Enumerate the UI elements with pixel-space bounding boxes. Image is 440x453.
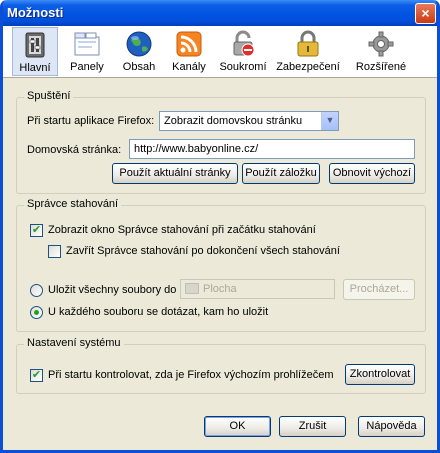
tab-privacy-label: Soukromí (219, 61, 267, 73)
tab-tabs[interactable]: Panely (66, 27, 108, 76)
check-now-button[interactable]: Zkontrolovat (345, 364, 415, 385)
ok-button[interactable]: OK (204, 416, 271, 437)
tab-advanced-label: Rozšířené (355, 61, 407, 73)
ask-radio[interactable] (30, 306, 43, 319)
chevron-down-icon[interactable]: ▼ (321, 112, 338, 130)
rss-icon (176, 31, 202, 57)
homepage-label: Domovská stránka: (27, 144, 122, 156)
cancel-button[interactable]: Zrušit (279, 416, 346, 437)
show-downloads-label: Zobrazit okno Správce stahování při začá… (48, 224, 316, 236)
tab-content-label: Obsah (122, 61, 156, 73)
close-downloads-checkbox[interactable] (48, 245, 61, 258)
system-group-title: Nastavení systému (24, 337, 124, 349)
tab-content[interactable]: Obsah (116, 27, 162, 76)
save-to-label: Uložit všechny soubory do (48, 284, 177, 296)
padlock-icon (297, 30, 319, 57)
save-folder-field: Plocha (180, 279, 335, 299)
main-switch-icon (25, 32, 45, 58)
tab-tabs-label: Panely (70, 61, 104, 73)
tab-privacy[interactable]: Soukromí (217, 27, 269, 76)
check-default-label: Při startu kontrolovat, zda je Firefox v… (48, 369, 334, 381)
restore-default-button[interactable]: Obnovit výchozí (329, 163, 415, 184)
folder-icon (185, 283, 199, 294)
tab-advanced[interactable]: Rozšířené (353, 27, 409, 76)
tab-security[interactable]: Zabezpečení (275, 27, 341, 76)
when-start-value: Zobrazit domovskou stránku (164, 115, 303, 127)
check-default-checkbox[interactable]: ✔ (30, 369, 43, 382)
tab-security-label: Zabezpečení (276, 61, 340, 73)
save-to-radio[interactable] (30, 284, 43, 297)
save-folder-value: Plocha (203, 283, 237, 295)
help-button[interactable]: Nápověda (358, 416, 425, 437)
globe-icon (126, 31, 152, 57)
startup-group: Spuštění Při startu aplikace Firefox: Zo… (16, 90, 426, 194)
when-start-select[interactable]: Zobrazit domovskou stránku ▼ (159, 111, 339, 131)
downloads-group-title: Správce stahování (24, 198, 122, 210)
options-dialog: Možnosti × Hlavní Panely Obsah Kanály So… (0, 0, 440, 453)
window-title: Možnosti (7, 5, 64, 20)
tab-main[interactable]: Hlavní (12, 27, 58, 76)
tabs-icon (74, 32, 100, 56)
radio-selected-dot (34, 310, 39, 315)
category-toolbar: Hlavní Panely Obsah Kanály Soukromí Zabe… (3, 26, 437, 78)
homepage-input[interactable]: http://www.babyonline.cz/ (129, 139, 415, 159)
tab-feeds[interactable]: Kanály (167, 27, 211, 76)
title-bar[interactable]: Možnosti × (3, 0, 437, 26)
use-current-pages-button[interactable]: Použít aktuální stránky (112, 163, 238, 184)
downloads-group: Správce stahování ✔ Zobrazit okno Správc… (16, 198, 426, 332)
startup-group-title: Spuštění (24, 90, 74, 102)
tab-main-label: Hlavní (19, 62, 51, 74)
browse-button[interactable]: Procházet... (343, 279, 415, 300)
close-downloads-label: Zavřít Správce stahování po dokončení vš… (66, 245, 340, 257)
ask-label: U každého souboru se dotázat, kam ho ulo… (48, 306, 269, 318)
show-downloads-checkbox[interactable]: ✔ (30, 224, 43, 237)
system-group: Nastavení systému ✔ Při startu kontrolov… (16, 337, 426, 394)
gear-icon (368, 31, 394, 57)
tab-feeds-label: Kanály (172, 61, 206, 73)
privacy-lock-icon (233, 30, 255, 57)
close-button[interactable]: × (415, 3, 436, 24)
when-start-label: Při startu aplikace Firefox: (27, 115, 155, 127)
use-bookmark-button[interactable]: Použít záložku (242, 163, 320, 184)
